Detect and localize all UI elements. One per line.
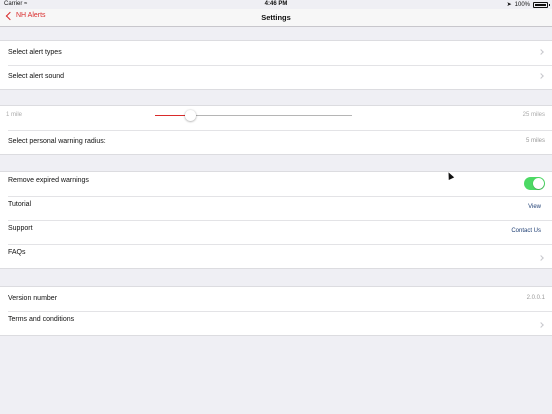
status-bar: Carrier ≈ 4:46 PM ➤ 100% [0,0,552,9]
alert-types-label: Select alert types [8,49,62,56]
battery-percent: 100% [514,1,530,8]
row-remove-expired: Remove expired warnings [0,172,552,196]
radius-group: 1 mile 25 miles Select personal warning … [0,105,552,155]
chevron-right-icon [538,255,544,261]
row-tutorial: Tutorial View [0,196,552,220]
radius-slider-thumb[interactable] [184,110,196,121]
slider-min-label: 1 mile [6,112,23,118]
radius-label: Select personal warning radius: [8,138,106,145]
version-value: 2.0.0.1 [526,295,545,301]
battery-icon [533,1,550,8]
location-arrow-icon: ➤ [506,2,512,8]
status-right: ➤ 100% [506,1,550,8]
faqs-label: FAQs [8,249,26,256]
info-group: Version number 2.0.0.1 Terms and conditi… [0,286,552,336]
row-select-alert-types[interactable]: Select alert types [0,41,552,65]
row-version: Version number 2.0.0.1 [0,287,552,311]
slider-max-label: 25 miles [522,112,545,118]
options-group: Remove expired warnings Tutorial View Su… [0,171,552,269]
chevron-right-icon [538,322,544,328]
alert-sound-label: Select alert sound [8,73,65,80]
tutorial-label: Tutorial [8,201,32,208]
row-support: Support Contact Us [0,220,552,244]
row-radius-slider: 1 mile 25 miles [0,106,552,130]
navigation-bar: NH Alerts Settings [0,9,552,27]
support-label: Support [8,225,33,232]
terms-label: Terms and conditions [8,316,75,323]
alerts-group: Select alert types Select alert sound [0,40,552,90]
row-faqs[interactable]: FAQs [0,244,552,268]
status-time: 4:46 PM [264,1,288,7]
tutorial-view-button[interactable]: View [528,204,541,210]
row-personal-radius: Select personal warning radius: 5 miles [0,130,552,154]
row-select-alert-sound[interactable]: Select alert sound [0,65,552,89]
remove-expired-toggle[interactable] [524,177,545,190]
row-terms[interactable]: Terms and conditions [0,311,552,335]
page-title: Settings [261,13,291,22]
contact-us-button[interactable]: Contact Us [511,228,541,234]
chevron-right-icon [538,73,544,79]
version-label: Version number [8,295,58,302]
toggle-knob [533,178,544,189]
remove-expired-label: Remove expired warnings [8,177,89,184]
chevron-right-icon [538,49,544,55]
radius-value: 5 miles [525,138,545,144]
